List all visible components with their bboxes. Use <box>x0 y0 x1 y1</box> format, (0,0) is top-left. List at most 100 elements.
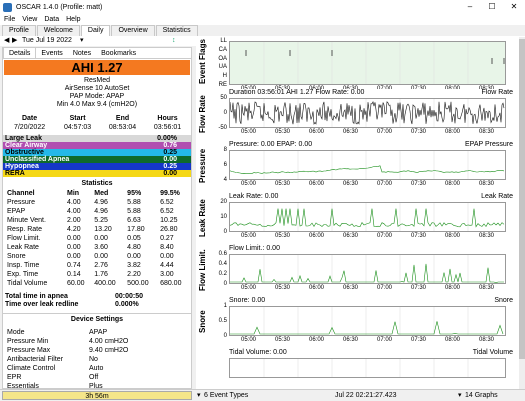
y-tick-label: 0 <box>223 229 227 235</box>
status-time: Jul 22 02:21:27.423 <box>335 392 397 399</box>
graph-y-label: Leak Rate <box>198 199 207 237</box>
stats-cell: 3.60 <box>94 244 108 251</box>
details-panel: Details Events Notes Bookmarks AHI 1.27 … <box>2 47 192 389</box>
stats-cell: 0.00 <box>94 253 108 260</box>
prev-day-icon[interactable]: ◀ <box>4 36 9 46</box>
stats-cell: 6.52 <box>160 208 174 215</box>
table-row: Minute Vent. 2.00 5.25 6.63 10.25 <box>7 217 191 224</box>
event-types-dropdown[interactable]: 6 Event Types <box>204 390 248 401</box>
tab-overview[interactable]: Overview <box>111 25 155 36</box>
stats-cell: 0.00 <box>127 253 141 260</box>
stats-cell: Minute Vent. <box>7 217 46 224</box>
x-tick-label: 05:30 <box>275 233 291 239</box>
x-tick-label: 06:30 <box>343 129 359 135</box>
stats-cell: 0.27 <box>160 235 174 242</box>
graph-y-label: Snore <box>198 310 207 334</box>
duration-bar: 3h 56m <box>2 391 192 400</box>
graph-title: Tidal Volume: 0.00 <box>229 349 287 356</box>
menu-help[interactable]: Help <box>66 14 80 25</box>
graph-plot[interactable] <box>229 98 506 128</box>
close-button[interactable]: ✕ <box>503 0 525 14</box>
stats-cell: 2.20 <box>127 271 141 278</box>
y-tick-label: 10 <box>220 214 227 220</box>
event-row: Hypopnea 0.25 <box>3 163 191 170</box>
stats-cell: 6.63 <box>127 217 141 224</box>
stats-cell: 4.00 <box>67 199 81 206</box>
stats-cell: 13.20 <box>94 226 112 233</box>
graph-title: Duration 03:56:01 AHI 1.27 Flow Rate: 0.… <box>229 89 365 96</box>
stats-title: Statistics <box>81 180 113 187</box>
graph-plot[interactable] <box>229 254 506 284</box>
graphs-dropdown[interactable]: 14 Graphs <box>465 390 498 401</box>
x-tick-label: 07:00 <box>377 337 393 343</box>
graph-plot[interactable] <box>229 150 506 180</box>
event-value: 0.25 <box>163 149 177 156</box>
event-label: Large Leak <box>5 135 42 142</box>
x-tick-label: 08:00 <box>445 337 461 343</box>
y-tick-label: 0.6 <box>218 251 227 257</box>
session-start: 04:57:03 <box>63 124 92 131</box>
x-tick-label: 08:00 <box>445 233 461 239</box>
stats-cell: 400.00 <box>94 280 116 287</box>
calendar-icon[interactable]: ↕ <box>172 36 176 46</box>
table-row: Pressure Max 9.40 cmH2O <box>7 347 191 354</box>
tab-statistics[interactable]: Statistics <box>155 25 198 36</box>
graph-scrollbar[interactable] <box>519 37 525 389</box>
tab-profile[interactable]: Profile <box>2 25 36 36</box>
menu-view[interactable]: View <box>22 14 37 25</box>
stats-cell: 10.25 <box>160 217 178 224</box>
stats-cell: 2.00 <box>67 217 81 224</box>
menu-file[interactable]: File <box>4 14 15 25</box>
tab-daily[interactable]: Daily <box>80 25 111 36</box>
stats-cell: 3.82 <box>127 262 141 269</box>
graph-title: Leak Rate: 0.00 <box>229 193 279 200</box>
subtab-details[interactable]: Details <box>3 48 37 58</box>
menu-data[interactable]: Data <box>44 14 59 25</box>
subtab-bookmarks[interactable]: Bookmarks <box>96 48 141 58</box>
y-tick-label: 8 <box>223 147 227 153</box>
x-tick-label: 06:30 <box>343 233 359 239</box>
x-tick-label: 08:30 <box>479 233 495 239</box>
tab-welcome[interactable]: Welcome <box>36 25 80 36</box>
event-value: 0.25 <box>163 163 177 170</box>
y-tick-label: 6 <box>223 162 227 168</box>
stats-cell: 0.74 <box>67 262 81 269</box>
event-value: 0.00 <box>163 170 177 177</box>
graphs-icon[interactable]: ▾ <box>458 390 462 401</box>
y-tick-label: 20 <box>220 199 227 205</box>
graph-y-label: Flow Rate <box>198 95 207 133</box>
graph-plot[interactable] <box>229 306 506 336</box>
date-selector[interactable]: Tue Jul 19 2022 <box>22 36 72 46</box>
subtab-events[interactable]: Events <box>36 48 67 58</box>
next-day-icon[interactable]: ▶ <box>12 36 17 46</box>
setting-name: Climate Control <box>7 365 56 372</box>
y-tick-label: 0 <box>223 281 227 287</box>
window-title: OSCAR 1.4.0 (Profile: matt) <box>16 3 103 11</box>
totals: Total time in apnea 00:00:50 Time over lea… <box>3 293 191 309</box>
graph-title: Flow Limit.: 0.00 <box>229 245 280 252</box>
stats-cell: 26.80 <box>160 226 178 233</box>
graph-trace <box>229 203 505 231</box>
setting-value: 4.00 cmH2O <box>89 338 129 345</box>
graph-plot[interactable] <box>229 202 506 232</box>
graph-panel: Event Flags LL CA OA UA H RE 05:00 05:30 06:00 06:… <box>196 37 525 389</box>
maximize-button[interactable]: ☐ <box>481 0 503 14</box>
graph-plot[interactable] <box>229 41 506 85</box>
event-summary: Large Leak 0.00% Clear Airway 0.76 Obstructi… <box>3 135 191 177</box>
event-types-icon[interactable]: ▾ <box>197 390 201 401</box>
y-tick-label: 0.2 <box>218 271 227 277</box>
graph-y-label: Pressure <box>198 148 207 184</box>
subtab-notes[interactable]: Notes <box>68 48 96 58</box>
date-dropdown-icon[interactable]: ▾ <box>80 36 84 46</box>
x-tick-label: 05:30 <box>275 285 291 291</box>
graph-legend: EPAP Pressure <box>465 141 513 148</box>
x-tick-label: 08:00 <box>445 181 461 187</box>
graph-plot[interactable] <box>229 358 506 378</box>
graph-trace <box>230 255 504 284</box>
graph-trace <box>263 359 469 377</box>
app-icon <box>3 2 12 12</box>
total-label: Time over leak redline <box>5 301 79 308</box>
x-tick-label: 05:30 <box>275 129 291 135</box>
minimize-button[interactable]: – <box>459 0 481 14</box>
stats-cell: Snore <box>7 253 26 260</box>
